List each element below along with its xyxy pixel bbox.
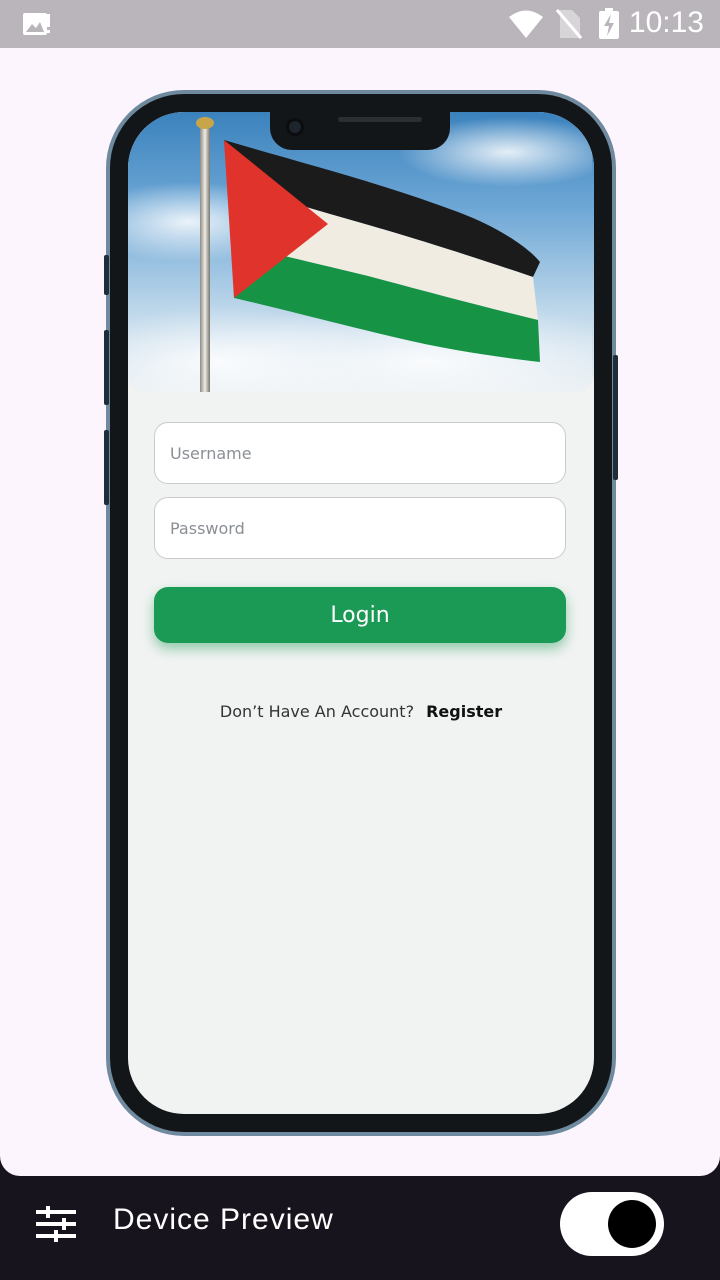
gallery-notification-icon — [23, 13, 50, 35]
side-button — [613, 355, 618, 480]
phone-frame: Login Don’t Have An Account? Register — [104, 90, 618, 1136]
palestine-flag-icon — [128, 117, 594, 392]
password-input[interactable] — [154, 497, 566, 559]
toggle-knob[interactable] — [608, 1200, 656, 1248]
tune-icon[interactable] — [36, 1206, 76, 1242]
clock: 10:13 — [628, 6, 704, 39]
flag-image — [128, 112, 594, 392]
username-input[interactable] — [154, 422, 566, 484]
side-button — [104, 430, 109, 505]
speaker — [338, 117, 422, 122]
wifi-icon — [509, 10, 543, 38]
register-link[interactable]: Register — [426, 702, 502, 721]
side-button — [104, 255, 109, 295]
no-sim-icon — [556, 9, 582, 39]
side-button — [104, 330, 109, 405]
phone-screen: Login Don’t Have An Account? Register — [128, 112, 594, 1114]
status-bar: 10:13 — [0, 0, 720, 48]
front-camera — [286, 118, 304, 136]
battery-charging-icon — [599, 8, 619, 39]
device-preview-toggle[interactable] — [560, 1192, 664, 1256]
register-row: Don’t Have An Account? Register — [128, 702, 594, 721]
login-button[interactable]: Login — [154, 587, 566, 643]
device-preview-label: Device Preview — [113, 1203, 334, 1236]
register-prompt: Don’t Have An Account? — [219, 702, 415, 721]
